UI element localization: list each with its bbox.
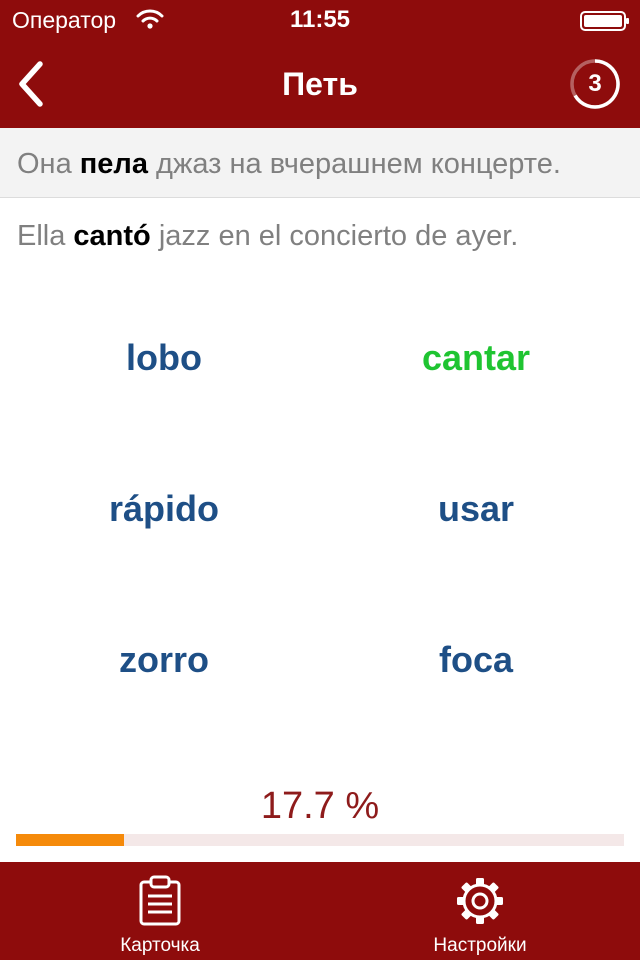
prompt-sentence: Она пела джаз на вчерашнем концерте. <box>17 148 561 181</box>
navigation-bar: Петь 3 <box>0 40 640 128</box>
prompt-text-after: джаз на вчерашнем концерте. <box>147 148 561 180</box>
answer-option[interactable]: rápido <box>4 433 324 585</box>
status-bar: Оператор 11:55 <box>0 0 640 40</box>
tab-bar: Карточка Настройки <box>0 862 640 960</box>
battery-icon <box>580 11 629 31</box>
answer-option[interactable]: foca <box>316 584 636 736</box>
tab-settings-label: Настройки <box>433 935 527 956</box>
answer-option[interactable]: usar <box>316 433 636 585</box>
example-text-before: Ella <box>17 220 74 252</box>
answer-option[interactable]: cantar <box>316 282 636 434</box>
answer-option[interactable]: zorro <box>4 584 324 736</box>
timer-value: 3 <box>588 70 602 97</box>
prompt-highlight: пела <box>79 148 148 180</box>
clock: 11:55 <box>289 6 351 33</box>
progress-bar <box>16 834 624 846</box>
progress-percentage: 17.7 % <box>260 785 380 827</box>
tab-card[interactable]: Карточка <box>0 862 320 960</box>
page-title: Петь <box>282 66 358 102</box>
tab-card-label: Карточка <box>120 935 200 956</box>
countdown-timer[interactable]: 3 <box>569 58 621 110</box>
example-text-after: jazz en el concierto de ayer. <box>150 220 519 252</box>
answer-option[interactable]: lobo <box>4 282 324 434</box>
app-header: Оператор 11:55 Петь 3 <box>0 0 640 128</box>
tab-settings[interactable]: Настройки <box>320 862 640 960</box>
example-sentence: Ella cantó jazz en el concierto de ayer. <box>17 220 518 253</box>
answer-grid: lobo cantar rápido usar zorro foca <box>0 280 640 736</box>
example-highlight: cantó <box>73 220 151 252</box>
prompt-text-before: Она <box>17 148 80 180</box>
progress-bar-fill <box>16 834 124 846</box>
prompt-bar: Она пела джаз на вчерашнем концерте. <box>0 128 640 198</box>
clipboard-icon <box>139 875 181 926</box>
gear-icon <box>457 878 503 924</box>
